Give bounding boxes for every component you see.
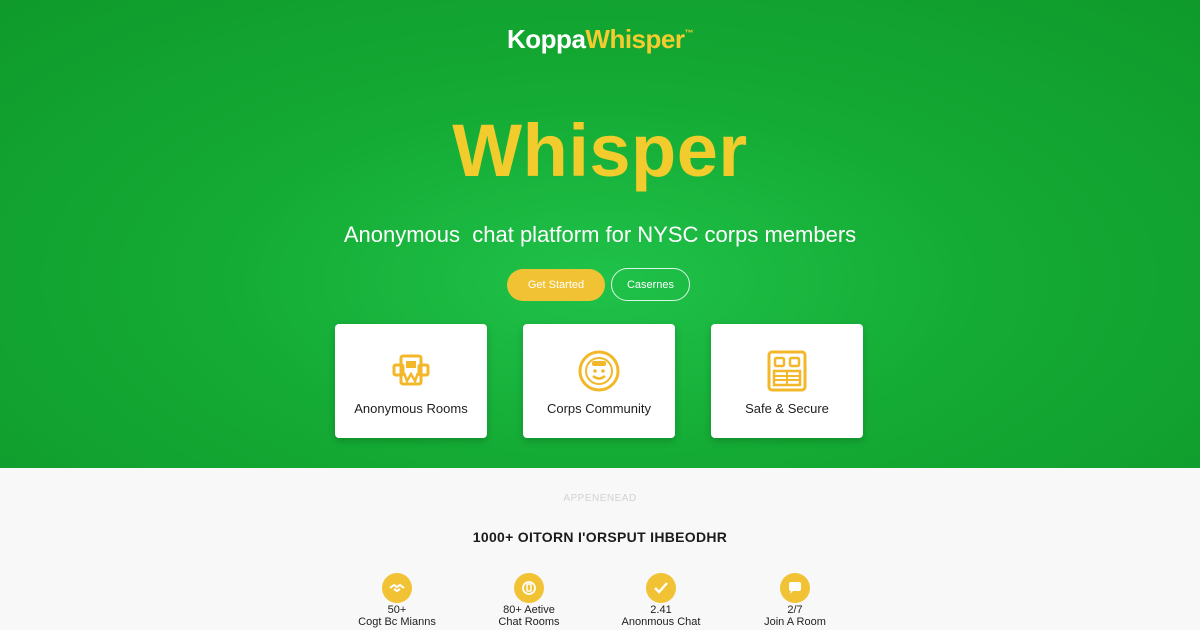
feature-card-corps-community[interactable]: Corps Community (523, 324, 675, 438)
community-icon (576, 348, 622, 394)
hero-section: KoppaWhisper™ Whisper Anonymous chat pla… (0, 0, 1200, 468)
trademark-symbol: ™ (684, 28, 693, 38)
feature-card-anonymous-rooms[interactable]: Anonymous Rooms (335, 324, 487, 438)
stat-item: 50+ Cogt Bc Mianns (337, 573, 457, 628)
stat-value: 50+ (387, 604, 407, 616)
handshake-icon (382, 573, 412, 603)
stat-label: Chat Rooms (498, 616, 560, 628)
stat-value: 2/7 (787, 604, 803, 616)
stat-item: 80+ Aetive Chat Rooms (469, 573, 589, 628)
badge-icon (514, 573, 544, 603)
brand-name-part1: Koppa (507, 24, 586, 54)
secure-icon (764, 348, 810, 394)
stat-label: Cogt Bc Mianns (358, 616, 436, 628)
hero-title: Whisper (452, 109, 748, 192)
stat-value: 80+ Aetive (503, 604, 555, 616)
get-started-button[interactable]: Get Started (507, 269, 605, 301)
feature-label: Anonymous Rooms (354, 401, 468, 416)
feature-card-safe-secure[interactable]: Safe & Secure (711, 324, 863, 438)
stat-item: 2/7 Join A Room (735, 573, 855, 628)
rooms-icon (388, 348, 434, 394)
stat-label: Join A Room (764, 616, 826, 628)
stat-value: 2.41 (650, 604, 672, 616)
feature-label: Corps Community (546, 401, 652, 416)
section-title: 1000+ OITORN I'ORSPUT IHBEODHR (472, 529, 728, 545)
stat-item: 2.41 Anonmous Chat (601, 573, 721, 628)
stat-label: Anonmous Chat (621, 616, 701, 628)
feature-label: Safe & Secure (745, 401, 829, 416)
brand-logo[interactable]: KoppaWhisper™ (0, 24, 1200, 55)
hero-tagline: Anonymous chat platform for NYSC corps m… (343, 222, 857, 247)
secondary-button[interactable]: Casernes (611, 268, 690, 301)
chat-bubble-icon (780, 573, 810, 603)
brand-name-part2: Whisper (585, 24, 685, 54)
section-eyebrow: APPENENEAD (563, 493, 637, 504)
check-icon (646, 573, 676, 603)
